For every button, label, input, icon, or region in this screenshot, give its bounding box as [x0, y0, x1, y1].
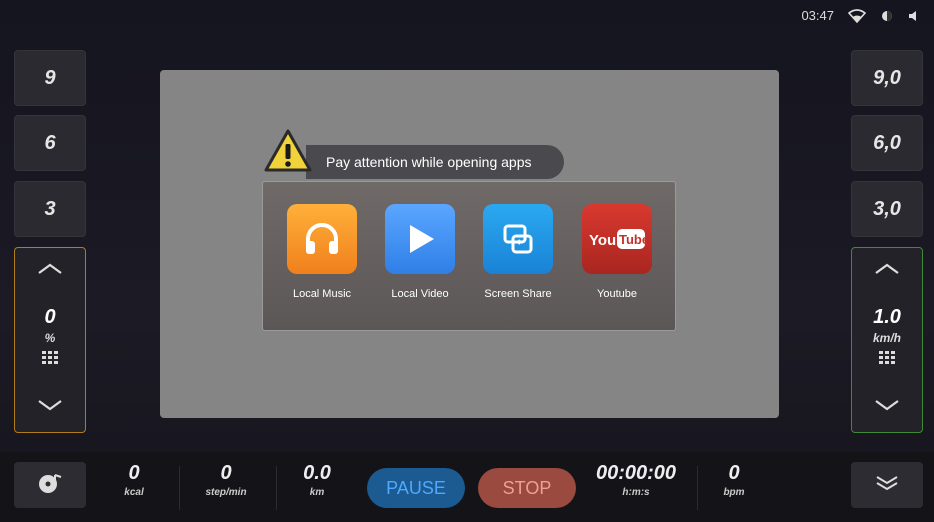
app-youtube[interactable]: You Tube Youtube — [569, 204, 665, 300]
stat-unit: kcal — [124, 487, 144, 498]
incline-preset-6[interactable]: 6 — [14, 115, 86, 171]
incline-unit: % — [44, 331, 56, 345]
app-local-music[interactable]: Local Music — [274, 204, 370, 300]
app-label: Local Music — [292, 288, 352, 300]
stat-duration: 00:00:00 h:m:s — [588, 462, 684, 498]
incline-control: 0 % — [14, 247, 86, 433]
bottom-bar: 0 kcal 0 step/min 0.0 km PAUSE STOP 00:0… — [0, 452, 934, 522]
stat-unit: km — [309, 487, 325, 498]
stat-value: 00:00:00 — [595, 462, 677, 484]
clock: 03:47 — [801, 8, 834, 23]
incline-value: 0 — [44, 306, 56, 328]
headphones-icon[interactable] — [287, 204, 357, 274]
speed-preset-9[interactable]: 9,0 — [851, 50, 923, 106]
music-icon — [37, 471, 63, 500]
app-local-video[interactable]: Local Video — [372, 204, 468, 300]
collapse-button[interactable] — [851, 462, 923, 508]
screen-share-icon[interactable] — [483, 204, 553, 274]
speed-value: 1.0 — [873, 306, 901, 328]
speed-preset-6[interactable]: 6,0 — [851, 115, 923, 171]
volume-icon — [908, 10, 920, 22]
stop-button[interactable]: STOP — [478, 468, 576, 508]
app-label: Local Video — [391, 288, 449, 300]
svg-text:You: You — [589, 232, 616, 249]
app-label: Screen Share — [484, 288, 552, 300]
warning-text: Pay attention while opening apps — [326, 154, 532, 170]
wifi-icon — [848, 8, 866, 23]
svg-text:Tube: Tube — [619, 232, 647, 247]
divider — [276, 466, 277, 510]
warning-icon — [263, 128, 313, 179]
stat-unit: step/min — [205, 487, 247, 498]
speed-down-button[interactable] — [874, 398, 900, 416]
brightness-icon — [880, 9, 894, 23]
divider — [697, 466, 698, 510]
warning-banner: Pay attention while opening apps — [306, 145, 564, 179]
stat-distance: 0.0 km — [296, 462, 338, 498]
speed-up-button[interactable] — [874, 262, 900, 280]
incline-preset-9[interactable]: 9 — [14, 50, 86, 106]
stat-calories: 0 kcal — [120, 462, 148, 498]
keypad-icon[interactable] — [42, 351, 58, 370]
app-label: Youtube — [597, 288, 637, 300]
stat-value: 0 — [220, 462, 232, 484]
stat-steps: 0 step/min — [200, 462, 252, 498]
incline-up-button[interactable] — [37, 262, 63, 280]
stat-heart-rate: 0 bpm — [720, 462, 748, 498]
speed-preset-3[interactable]: 3,0 — [851, 181, 923, 237]
stat-value: 0 — [728, 462, 740, 484]
stat-unit: h:m:s — [622, 487, 650, 498]
app-screen-share[interactable]: Screen Share — [470, 204, 566, 300]
stat-value: 0.0 — [303, 462, 331, 484]
pause-button[interactable]: PAUSE — [367, 468, 465, 508]
incline-preset-3[interactable]: 3 — [14, 181, 86, 237]
speed-control: 1.0 km/h — [851, 247, 923, 433]
music-button[interactable] — [14, 462, 86, 508]
apps-panel: Local Music Local Video Screen Share You… — [262, 181, 676, 331]
divider — [179, 466, 180, 510]
stat-value: 0 — [128, 462, 140, 484]
double-chevron-down-icon — [874, 474, 900, 497]
play-icon[interactable] — [385, 204, 455, 274]
status-bar: 03:47 — [801, 8, 920, 23]
incline-down-button[interactable] — [37, 398, 63, 416]
keypad-icon[interactable] — [879, 351, 895, 370]
stat-unit: bpm — [723, 487, 745, 498]
speed-unit: km/h — [872, 331, 901, 345]
youtube-icon[interactable]: You Tube — [582, 204, 652, 274]
